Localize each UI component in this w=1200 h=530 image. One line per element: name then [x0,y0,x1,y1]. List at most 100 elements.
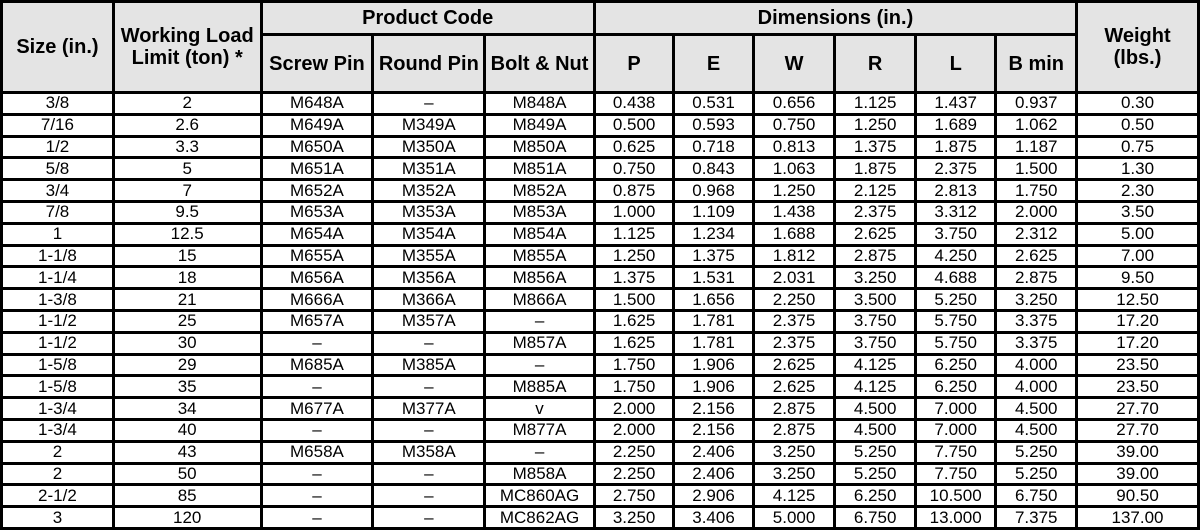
cell-wll: 12.5 [111,221,263,247]
cell-w: 1.250 [751,178,837,203]
header-l: L [913,33,998,94]
cell-r: 4.500 [833,417,917,443]
cell-bolt-nut: M854A [483,221,596,247]
cell-size: 2 [0,439,115,465]
table-row: 1-1/8 15 M655A M355A M855A 1.250 1.375 1.812 2.8… [0,243,1200,269]
cell-weight: 27.70 [1075,417,1200,443]
cell-l: 2.813 [913,178,998,203]
cell-size: 2-1/2 [0,483,115,509]
cell-w: 1.438 [751,199,837,225]
cell-e: 0.593 [672,112,755,138]
cell-bolt-nut: v [483,396,596,421]
header-screw-pin: Screw Pin [259,33,375,94]
cell-weight: 2.30 [1075,178,1200,203]
cell-bolt-nut: M858A [483,461,596,487]
cell-l: 7.750 [913,439,998,465]
cell-round-pin: M377A [371,396,487,421]
cell-l: 5.750 [913,308,998,334]
cell-size: 3 [0,505,115,530]
cell-r: 1.250 [833,112,917,138]
cell-bolt-nut: M850A [483,134,596,160]
cell-bolt-nut: – [483,308,596,334]
cell-weight: 23.50 [1075,374,1200,400]
cell-r: 4.500 [833,396,917,421]
header-p: P [592,33,676,94]
cell-r: 3.750 [833,308,917,334]
cell-e: 1.781 [672,308,755,334]
cell-size: 1-3/4 [0,396,115,421]
cell-p: 1.625 [592,308,676,334]
cell-b-min: 1.187 [994,134,1079,160]
cell-b-min: 3.375 [994,330,1079,356]
cell-screw-pin: – [259,417,375,443]
cell-wll: 85 [111,483,263,509]
cell-weight: 90.50 [1075,483,1200,509]
cell-l: 1.689 [913,112,998,138]
cell-weight: 9.50 [1075,265,1200,291]
cell-e: 1.531 [672,265,755,291]
cell-b-min: 5.250 [994,461,1079,487]
cell-r: 2.875 [833,243,917,269]
cell-b-min: 1.500 [994,156,1079,182]
cell-screw-pin: M685A [259,352,375,378]
table-row: 1-3/8 21 M666A M366A M866A 1.500 1.656 2.250 3.5… [0,287,1200,312]
cell-r: 6.250 [833,483,917,509]
cell-weight: 12.50 [1075,287,1200,312]
cell-l: 4.688 [913,265,998,291]
cell-round-pin: M355A [371,243,487,269]
cell-l: 7.750 [913,461,998,487]
cell-size: 7/8 [0,199,115,225]
cell-bolt-nut: – [483,352,596,378]
cell-p: 2.000 [592,396,676,421]
table-row: 2-1/2 85– – MC860AG 2.750 2.906 4.125 6.250 10.5… [0,483,1200,509]
cell-b-min: 2.000 [994,199,1079,225]
table-row: 5/8 5 M651A M351A M851A 0.750 0.843 1.063 1.875 2… [0,156,1200,182]
cell-round-pin: M358A [371,439,487,465]
header-r: R [833,33,917,94]
header-size: Size (in.) [0,0,115,94]
cell-p: 3.250 [592,505,676,530]
cell-w: 2.375 [751,330,837,356]
cell-size: 1-5/8 [0,374,115,400]
cell-weight: 1.30 [1075,156,1200,182]
cell-wll: 2.6 [111,112,263,138]
cell-l: 10.500 [913,483,998,509]
cell-size: 3/8 [0,91,115,116]
cell-e: 1.906 [672,352,755,378]
cell-weight: 137.00 [1075,505,1200,530]
cell-size: 1-5/8 [0,352,115,378]
table-row: 3/8 2 M648A – M848A 0.438 0.531 0.656 1.125 1.437… [0,91,1200,116]
cell-l: 1.875 [913,134,998,160]
cell-r: 3.500 [833,287,917,312]
cell-size: 1/2 [0,134,115,160]
cell-e: 2.406 [672,439,755,465]
cell-l: 3.312 [913,199,998,225]
cell-size: 1-1/2 [0,330,115,356]
cell-weight: 0.50 [1075,112,1200,138]
cell-e: 1.656 [672,287,755,312]
cell-w: 0.750 [751,112,837,138]
cell-b-min: 3.250 [994,287,1079,312]
shackle-spec-table: Size (in.) Working Load Limit (ton) * Pr… [0,0,1200,530]
cell-w: 0.656 [751,91,837,116]
cell-weight: 0.75 [1075,134,1200,160]
cell-p: 0.875 [592,178,676,203]
cell-b-min: 3.375 [994,308,1079,334]
cell-bolt-nut: MC862AG [483,505,596,530]
cell-l: 7.000 [913,396,998,421]
cell-wll: 7 [111,178,263,203]
cell-l: 2.375 [913,156,998,182]
cell-bolt-nut: M855A [483,243,596,269]
cell-b-min: 0.937 [994,91,1079,116]
cell-wll: 40 [111,417,263,443]
cell-l: 5.750 [913,330,998,356]
cell-b-min: 1.062 [994,112,1079,138]
cell-wll: 43 [111,439,263,465]
cell-p: 1.000 [592,199,676,225]
cell-bolt-nut: M857A [483,330,596,356]
cell-w: 4.125 [751,483,837,509]
cell-bolt-nut: M885A [483,374,596,400]
cell-b-min: 2.625 [994,243,1079,269]
cell-screw-pin: M666A [259,287,375,312]
cell-e: 0.843 [672,156,755,182]
